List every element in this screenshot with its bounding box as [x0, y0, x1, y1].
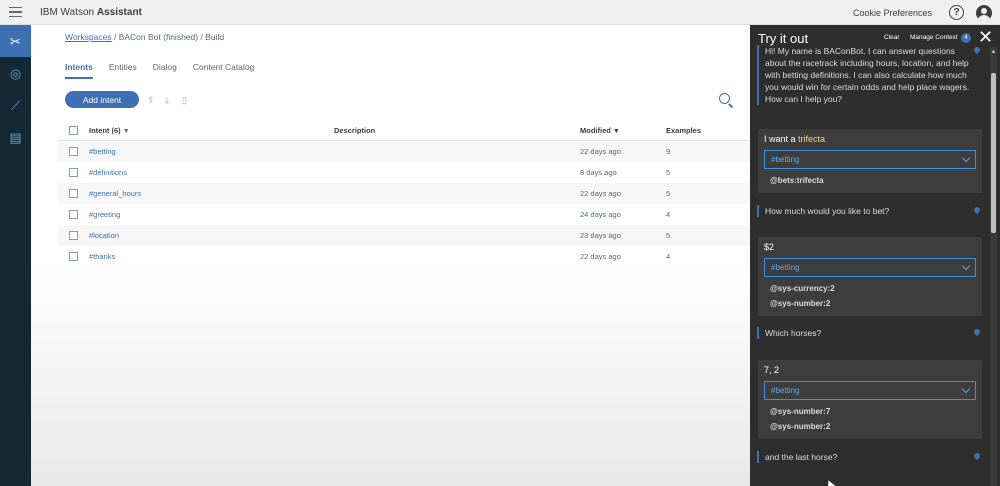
panel-title: Try it out	[758, 31, 809, 46]
delete-icon[interactable]: ▯	[182, 95, 187, 106]
user-message-text: $2	[764, 242, 775, 252]
context-count-badge: 4	[961, 33, 971, 43]
detected-entity[interactable]: @bets:trifecta	[764, 173, 976, 188]
assistants-icon: ◎	[9, 65, 22, 81]
scroll-thumb[interactable]	[991, 73, 996, 233]
intent-examples: 4	[666, 210, 671, 219]
intent-examples: 5	[666, 168, 671, 177]
intent-modified: 23 days ago	[580, 231, 621, 240]
intent-examples: 5	[666, 231, 671, 240]
tab-entities[interactable]: Entities	[109, 62, 137, 79]
row-checkbox[interactable]	[69, 231, 78, 240]
intent-name-link[interactable]: #definitions	[89, 168, 334, 177]
scroll-up-icon[interactable]: ▲	[990, 49, 997, 55]
cookie-preferences-link[interactable]: Cookie Preferences	[853, 8, 932, 18]
detected-entity[interactable]: @sys-number:2	[764, 419, 976, 434]
tab-intents[interactable]: Intents	[65, 62, 93, 79]
row-checkbox[interactable]	[69, 252, 78, 261]
table-row[interactable]: #general_hours 22 days ago 5	[58, 183, 750, 204]
intent-examples: 4	[666, 252, 671, 261]
add-intent-button[interactable]: Add intent	[65, 91, 139, 108]
build-tabs: Intents Entities Dialog Content Catalog	[65, 62, 254, 79]
intent-name-link[interactable]: #greeting	[89, 210, 334, 219]
help-icon[interactable]: ?	[949, 5, 964, 20]
intents-table: Intent (6) ▼ Description Modified ▼ Exam…	[58, 121, 750, 267]
user-avatar-icon[interactable]	[976, 4, 992, 21]
try-it-out-panel: Try it out Clear Manage Context 4 ✕ ▲ Hi…	[750, 25, 1000, 486]
intent-dropdown[interactable]: #betting	[764, 150, 976, 169]
detected-entity[interactable]: @sys-currency:2	[764, 281, 976, 296]
nav-skills[interactable]: ✂	[0, 25, 31, 57]
analytics-icon: ⟋	[10, 97, 21, 113]
breadcrumb-workspaces-link[interactable]: Workspaces	[65, 32, 112, 42]
user-message-text: 7, 2	[764, 365, 780, 375]
user-message: $2 #betting @sys-currency:2 @sys-number:2	[758, 237, 982, 316]
table-row[interactable]: #greeting 24 days ago 4	[58, 204, 750, 225]
description-column-header: Description	[334, 126, 376, 135]
breadcrumb-path: / BACon Bot (finished) / Build	[113, 32, 225, 42]
intent-modified: 22 days ago	[580, 252, 621, 261]
intent-modified: 22 days ago	[580, 189, 621, 198]
app-brand: IBM Watson Assistant	[40, 6, 142, 18]
bot-message: Which horses?	[757, 327, 977, 339]
intent-name-link[interactable]: #location	[89, 231, 334, 240]
user-message-text: I want a trifecta	[764, 134, 826, 144]
chevron-down-icon	[961, 153, 971, 163]
select-all-checkbox[interactable]	[69, 126, 78, 135]
modified-column-header[interactable]: Modified ▼	[580, 126, 666, 135]
menu-icon[interactable]	[0, 0, 30, 25]
table-header: Intent (6) ▼ Description Modified ▼ Exam…	[58, 121, 750, 141]
user-message: I want a trifecta #betting @bets:trifecta	[758, 129, 982, 193]
sort-down-icon: ▼	[122, 128, 130, 135]
bot-message: Hi! My name is BAConBot. I can answer qu…	[757, 45, 977, 105]
intent-modified: 8 days ago	[580, 168, 617, 177]
bot-message: How much would you like to bet?	[757, 205, 977, 217]
close-icon[interactable]: ✕	[978, 28, 993, 46]
entity-highlight: trifecta	[798, 134, 826, 144]
sort-down-icon: ▼	[612, 128, 620, 135]
row-checkbox[interactable]	[69, 147, 78, 156]
detected-entity[interactable]: @sys-number:2	[764, 296, 976, 311]
bot-message: and the last horse?	[757, 451, 977, 463]
intent-examples: 5	[666, 189, 671, 198]
tab-dialog[interactable]: Dialog	[153, 62, 177, 79]
nav-catalog[interactable]: ▤	[0, 121, 31, 153]
row-checkbox[interactable]	[69, 210, 78, 219]
intent-column-header[interactable]: Intent (6) ▼	[89, 126, 334, 135]
upload-icon[interactable]: ⇪	[147, 95, 155, 106]
intent-dropdown[interactable]: #betting	[764, 381, 976, 400]
row-checkbox[interactable]	[69, 189, 78, 198]
breadcrumb: Workspaces / BACon Bot (finished) / Buil…	[65, 32, 224, 42]
table-row[interactable]: #betting 22 days ago 9	[58, 141, 750, 162]
table-row[interactable]: #thanks 22 days ago 4	[58, 246, 750, 267]
intent-name-link[interactable]: #general_hours	[89, 189, 334, 198]
chevron-down-icon	[961, 384, 971, 394]
clear-button[interactable]: Clear	[884, 34, 900, 41]
intent-dropdown[interactable]: #betting	[764, 258, 976, 277]
left-nav: ✂ ◎ ⟋ ▤	[0, 25, 31, 486]
intent-name-link[interactable]: #thanks	[89, 252, 334, 261]
intent-name-link[interactable]: #betting	[89, 147, 334, 156]
nav-assistants[interactable]: ◎	[0, 57, 31, 89]
top-bar: IBM Watson Assistant Cookie Preferences …	[0, 0, 1000, 25]
panel-scrollbar[interactable]: ▲	[990, 47, 997, 486]
intent-modified: 22 days ago	[580, 147, 621, 156]
table-row[interactable]: #location 23 days ago 5	[58, 225, 750, 246]
chevron-down-icon	[961, 261, 971, 271]
intent-modified: 24 days ago	[580, 210, 621, 219]
table-row[interactable]: #definitions 8 days ago 5	[58, 162, 750, 183]
user-message: 7, 2 #betting @sys-number:7 @sys-number:2	[758, 360, 982, 439]
catalog-icon: ▤	[9, 129, 22, 145]
skills-icon: ✂	[10, 33, 21, 49]
download-icon[interactable]: ⤓	[165, 95, 169, 106]
nav-analytics[interactable]: ⟋	[0, 89, 31, 121]
search-icon[interactable]	[719, 93, 730, 104]
main-content: Workspaces / BACon Bot (finished) / Buil…	[31, 25, 750, 486]
manage-context-button[interactable]: Manage Context	[910, 34, 958, 41]
detected-entity[interactable]: @sys-number:7	[764, 404, 976, 419]
row-checkbox[interactable]	[69, 168, 78, 177]
examples-column-header: Examples	[666, 126, 702, 135]
intent-examples: 9	[666, 147, 671, 156]
tab-content-catalog[interactable]: Content Catalog	[193, 62, 254, 79]
